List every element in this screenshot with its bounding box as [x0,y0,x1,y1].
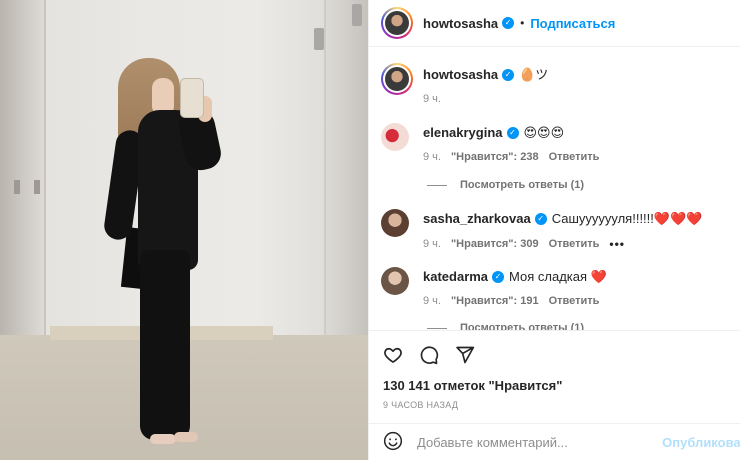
heart-icon[interactable] [383,345,403,365]
comment-username[interactable]: elenakrygina [423,125,503,141]
comment-text: Моя сладкая ❤️ [509,269,607,284]
comment-row: sasha_zharkovaa ✓ Сашууууууля!!!!!!❤️❤️❤… [381,209,731,237]
comment-time[interactable]: 9 ч. [423,151,441,163]
replies-divider [427,184,447,186]
comment-meta: 9 ч. "Нравится": 309 Ответить ••• [423,237,625,251]
door-hinge [34,180,40,194]
comment-meta: 9 ч. "Нравится": 191 Ответить [423,295,599,307]
reply-button[interactable]: Ответить [549,238,600,250]
action-icons [383,345,475,365]
comment-likes[interactable]: "Нравится": 309 [451,238,539,250]
instagram-post: howtosasha ✓ • Подписаться howtosasha ✓ … [0,0,740,460]
post-details-pane: howtosasha ✓ • Подписаться howtosasha ✓ … [368,0,740,460]
add-comment-bar: Добавьте комментарий... Опубликовать [369,423,740,460]
wall-hook [352,4,362,26]
comment-input[interactable]: Добавьте комментарий... [417,435,662,450]
post-photo[interactable] [0,0,368,460]
posted-time[interactable]: 9 часов назад [383,400,458,410]
verified-badge-icon: ✓ [534,213,547,225]
commenter-avatar[interactable] [381,267,409,295]
caption-row: howtosasha ✓ 🥚ツ [381,63,731,95]
comment-time[interactable]: 9 ч. [423,238,441,250]
comment-username[interactable]: katedarma [423,269,488,285]
likes-count[interactable]: 130 141 отметок "Нравится" [383,378,562,393]
verified-badge-icon: ✓ [502,17,515,29]
comment-text: Сашууууууля!!!!!!❤️❤️❤️ [551,211,703,226]
comment-likes[interactable]: "Нравится": 191 [451,295,539,307]
comment-time[interactable]: 9 ч. [423,295,441,307]
comments-list[interactable]: howtosasha ✓ 🥚ツ 9 ч. elenakrygina ✓ 😍😍😍 … [369,47,740,330]
follow-button[interactable]: Подписаться [530,16,615,31]
post-header: howtosasha ✓ • Подписаться [369,0,740,47]
comment-username[interactable]: sasha_zharkovaa [423,211,531,227]
shoe [150,434,176,444]
smartphone [180,78,204,118]
post-actions: 130 141 отметок "Нравится" 9 часов назад… [369,330,740,460]
door-hinge [14,180,20,194]
caption-text: 🥚ツ [519,67,549,82]
comment-likes[interactable]: "Нравится": 238 [451,151,539,163]
replies-divider [427,327,447,329]
comment-meta: 9 ч. "Нравится": 238 Ответить [423,151,599,163]
view-replies-label: Посмотреть ответы (1) [460,179,585,191]
publish-button[interactable]: Опубликовать [662,435,740,450]
black-dress-skirt [140,250,190,440]
caption-author-avatar[interactable] [381,63,413,95]
wall-hook [314,28,324,50]
reply-button[interactable]: Ответить [549,151,600,163]
author-avatar[interactable] [381,7,413,39]
author-username[interactable]: howtosasha [423,16,498,31]
smiley-icon[interactable] [383,431,403,454]
more-options-icon[interactable]: ••• [609,237,625,251]
commenter-avatar[interactable] [381,123,409,151]
separator-dot: • [520,16,525,30]
send-icon[interactable] [455,345,475,365]
shoe [174,432,198,442]
verified-badge-icon: ✓ [492,271,505,283]
comment-text: 😍😍😍 [523,125,565,140]
view-replies-button[interactable]: Посмотреть ответы (1) [427,322,584,330]
reply-button[interactable]: Ответить [549,295,600,307]
view-replies-label: Посмотреть ответы (1) [460,322,585,330]
verified-badge-icon: ✓ [506,127,519,139]
comment-icon[interactable] [419,345,439,365]
view-replies-button[interactable]: Посмотреть ответы (1) [427,179,584,191]
comment-row: elenakrygina ✓ 😍😍😍 [381,123,731,151]
comment-row: katedarma ✓ Моя сладкая ❤️ [381,267,731,295]
caption-meta: 9 ч. [423,93,441,105]
commenter-avatar[interactable] [381,209,409,237]
verified-badge-icon: ✓ [502,69,515,81]
caption-time[interactable]: 9 ч. [423,93,441,105]
caption-username[interactable]: howtosasha [423,67,498,83]
